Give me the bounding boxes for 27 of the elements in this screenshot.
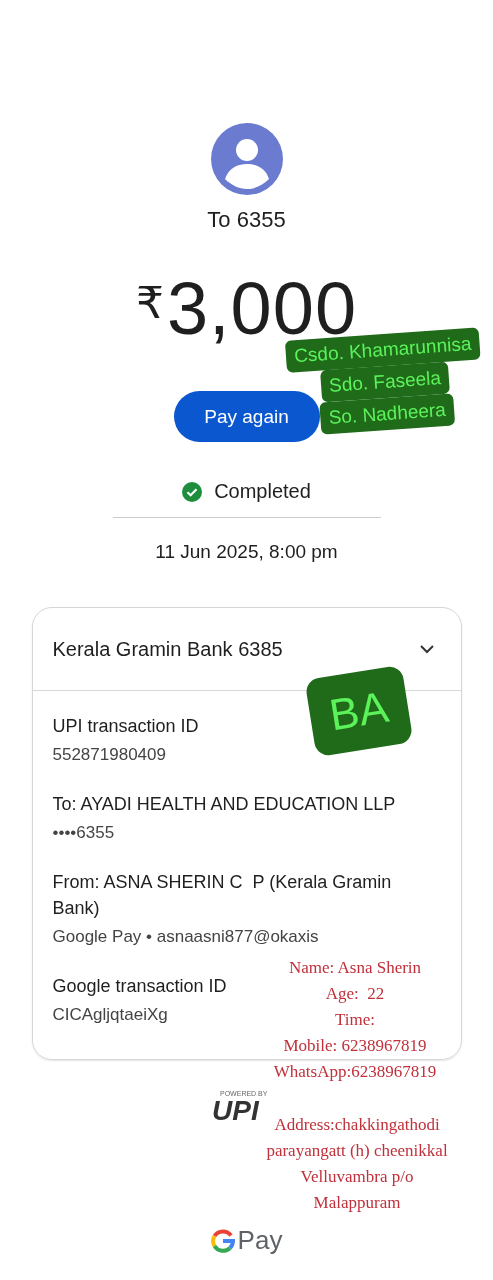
field-value: ••••6355 [52, 823, 115, 843]
recipient-label: To 6355 [207, 207, 286, 233]
pay-again-button[interactable]: Pay again [173, 391, 320, 442]
transaction-date: 11 Jun 2025, 8:00 pm [155, 541, 338, 563]
annotation-text: Velluvambra p/o [300, 1166, 414, 1188]
chevron-down-icon[interactable] [418, 644, 435, 654]
brand-text: Pay [237, 1225, 283, 1256]
field-value: 552871980409 [52, 745, 166, 765]
annotation-text: parayangatt (h) cheenikkal [266, 1140, 448, 1162]
sticker-note: BA [304, 664, 414, 758]
annotation-text: Age: 22 [325, 983, 385, 1005]
bank-account-title: Kerala Gramin Bank 6385 [52, 637, 283, 661]
avatar-icon [210, 123, 283, 195]
annotation-text: WhatsApp:6238967819 [273, 1061, 437, 1083]
status-text: Completed [214, 480, 311, 503]
annotation-text: Address:chakkingathodi [274, 1114, 440, 1136]
field-label: To: AYADI HEALTH AND EDUCATION LLP [52, 793, 396, 816]
annotation-text: Time: [335, 1009, 375, 1031]
annotation-text: Malappuram [313, 1192, 401, 1214]
field-value: CICAgljqtaeiXg [52, 1005, 168, 1025]
annotation-text: Name: Asna Sherin [288, 957, 422, 979]
google-g-icon [210, 1228, 235, 1253]
field-label: From: ASNA SHERIN C P (Kerala Gramin Bank) [52, 871, 393, 920]
field-label: UPI transaction ID [52, 715, 199, 738]
field-value: Google Pay • asnaasni877@okaxis [52, 927, 319, 947]
field-label: Google transaction ID [52, 975, 227, 998]
annotation-text: Mobile: 6238967819 [283, 1035, 427, 1057]
